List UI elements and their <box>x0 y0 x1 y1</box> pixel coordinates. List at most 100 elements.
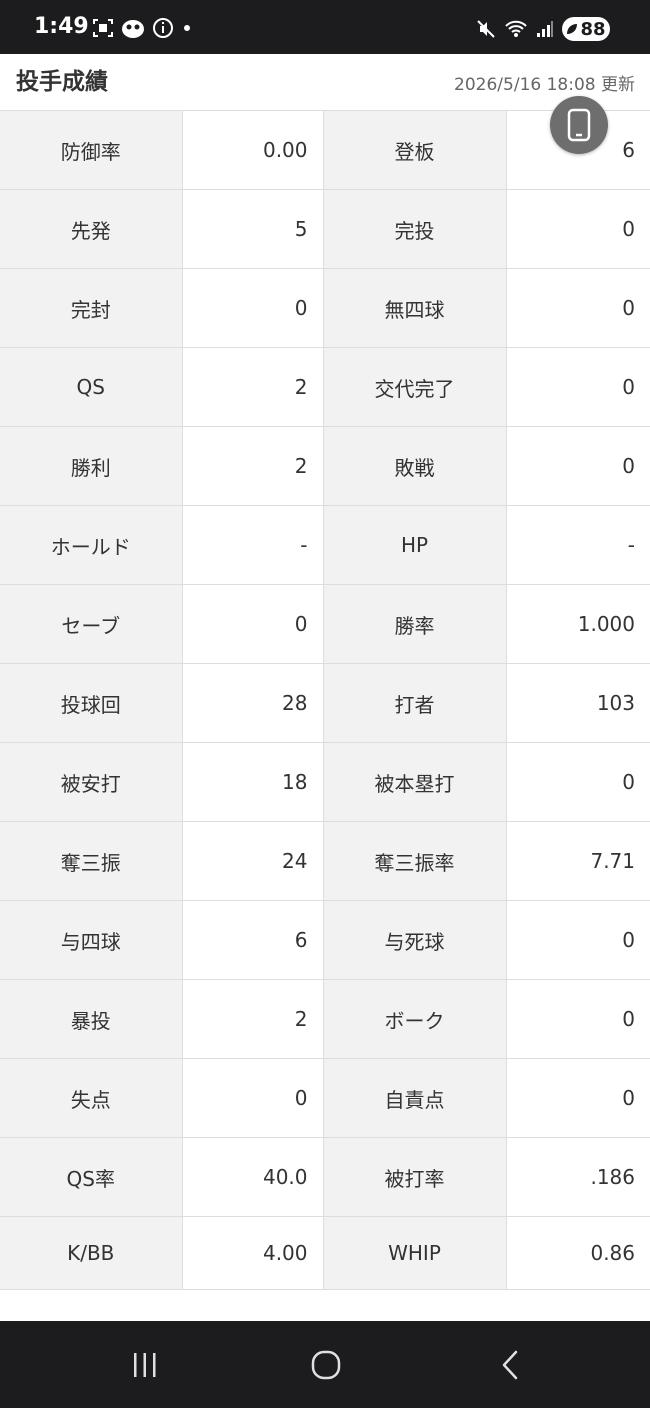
battery-indicator: 88 <box>562 17 610 41</box>
system-icons: 88 <box>476 17 610 41</box>
stats-row: 失点 0 自責点 0 <box>0 1058 650 1138</box>
stat-label: WHIP <box>322 1216 507 1290</box>
stat-value: 0 <box>505 1058 650 1138</box>
stats-row: 完封 0 無四球 0 <box>0 268 650 348</box>
stat-value: 0 <box>505 347 650 427</box>
battery-level: 88 <box>580 18 606 40</box>
stat-value: - <box>181 505 324 585</box>
stat-label: ボーク <box>322 979 507 1059</box>
wifi-icon <box>505 20 527 37</box>
stat-label: 交代完了 <box>322 347 507 427</box>
stat-label: 与死球 <box>322 900 507 980</box>
stat-value: 0 <box>505 979 650 1059</box>
stat-label: セーブ <box>0 584 183 664</box>
back-icon <box>502 1350 518 1380</box>
stat-label: 完投 <box>322 189 507 269</box>
stat-value: 40.0 <box>181 1137 324 1217</box>
stat-label: 登板 <box>322 110 507 190</box>
stat-label: 被安打 <box>0 742 183 822</box>
stat-label: 被打率 <box>322 1137 507 1217</box>
update-timestamp: 2026/5/16 18:08 更新 <box>454 75 635 95</box>
pitching-stats-table: 防御率 0.00 登板 6 先発 5 完投 0 完封 0 無四球 0 QS 2 交代完了 0 勝利 2 敗戦 0 ホール… <box>0 110 650 1290</box>
stat-label: ホールド <box>0 505 183 585</box>
stats-row: ホールド - HP - <box>0 505 650 585</box>
stat-value: 7.71 <box>505 821 650 901</box>
stats-row: QS 2 交代完了 0 <box>0 347 650 427</box>
stat-value: 2 <box>181 979 324 1059</box>
stat-value: 24 <box>181 821 324 901</box>
more-notifications-dot-icon <box>184 25 190 31</box>
app-mascot-icon <box>122 20 144 38</box>
stats-row: 暴投 2 ボーク 0 <box>0 979 650 1059</box>
page-title: 投手成績 <box>16 69 108 95</box>
stat-label: 暴投 <box>0 979 183 1059</box>
stat-label: 失点 <box>0 1058 183 1138</box>
stat-value: 28 <box>181 663 324 743</box>
stat-label: QS <box>0 347 183 427</box>
stat-label: K/BB <box>0 1216 183 1290</box>
stat-label: 勝利 <box>0 426 183 506</box>
stat-value: 0 <box>505 742 650 822</box>
recent-apps-icon <box>134 1353 156 1377</box>
status-time: 1:49 <box>34 14 89 39</box>
battery-saver-leaf-icon <box>567 24 578 34</box>
stats-row: K/BB 4.00 WHIP 0.86 <box>0 1216 650 1290</box>
stat-value: 0 <box>181 584 324 664</box>
stat-value: 0 <box>505 189 650 269</box>
stats-row: 与四球 6 与死球 0 <box>0 900 650 980</box>
stat-label: HP <box>322 505 507 585</box>
stats-row: QS率 40.0 被打率 .186 <box>0 1137 650 1217</box>
screenshot-icon <box>93 19 113 37</box>
stat-label: 敗戦 <box>322 426 507 506</box>
stat-value: 2 <box>181 426 324 506</box>
stat-label: 打者 <box>322 663 507 743</box>
stat-value: 18 <box>181 742 324 822</box>
notification-icons <box>92 17 194 39</box>
recent-apps-button[interactable] <box>125 1349 165 1381</box>
stat-label: 奪三振率 <box>322 821 507 901</box>
stat-label: 無四球 <box>322 268 507 348</box>
stat-value: 0 <box>505 268 650 348</box>
stat-label: 被本塁打 <box>322 742 507 822</box>
stats-row: 奪三振 24 奪三振率 7.71 <box>0 821 650 901</box>
stat-value: 0.86 <box>505 1216 650 1290</box>
stat-value: .186 <box>505 1137 650 1217</box>
stats-row: 被安打 18 被本塁打 0 <box>0 742 650 822</box>
section-header: 投手成績 2026/5/16 18:08 更新 <box>0 54 650 110</box>
stats-row: セーブ 0 勝率 1.000 <box>0 584 650 664</box>
info-icon <box>153 18 173 38</box>
stat-label: 先発 <box>0 189 183 269</box>
stat-label: 奪三振 <box>0 821 183 901</box>
stat-value: 4.00 <box>181 1216 324 1290</box>
mute-icon <box>477 20 495 38</box>
back-button[interactable] <box>490 1349 530 1381</box>
stat-label: 勝率 <box>322 584 507 664</box>
stats-row: 投球回 28 打者 103 <box>0 663 650 743</box>
floating-phone-button[interactable] <box>550 96 608 154</box>
home-button[interactable] <box>306 1349 346 1381</box>
phone-icon <box>567 108 591 142</box>
stats-body: 防御率 0.00 登板 6 先発 5 完投 0 完封 0 無四球 0 QS 2 交代完了 0 勝利 2 敗戦 0 ホール… <box>0 110 650 1290</box>
stat-value: 0.00 <box>181 110 324 190</box>
stat-value: 1.000 <box>505 584 650 664</box>
stat-value: - <box>505 505 650 585</box>
status-bar: 1:49 88 <box>0 0 650 54</box>
signal-icon <box>537 21 553 37</box>
stat-value: 6 <box>181 900 324 980</box>
navigation-bar <box>0 1321 650 1408</box>
stat-label: 完封 <box>0 268 183 348</box>
stat-value: 0 <box>505 900 650 980</box>
stats-row: 先発 5 完投 0 <box>0 189 650 269</box>
stats-row: 勝利 2 敗戦 0 <box>0 426 650 506</box>
stat-label: 与四球 <box>0 900 183 980</box>
stat-label: 投球回 <box>0 663 183 743</box>
stat-label: 防御率 <box>0 110 183 190</box>
stat-value: 0 <box>505 426 650 506</box>
home-icon <box>311 1350 341 1380</box>
stat-value: 5 <box>181 189 324 269</box>
stat-label: QS率 <box>0 1137 183 1217</box>
stat-value: 2 <box>181 347 324 427</box>
stat-value: 103 <box>505 663 650 743</box>
stat-label: 自責点 <box>322 1058 507 1138</box>
stat-value: 0 <box>181 1058 324 1138</box>
